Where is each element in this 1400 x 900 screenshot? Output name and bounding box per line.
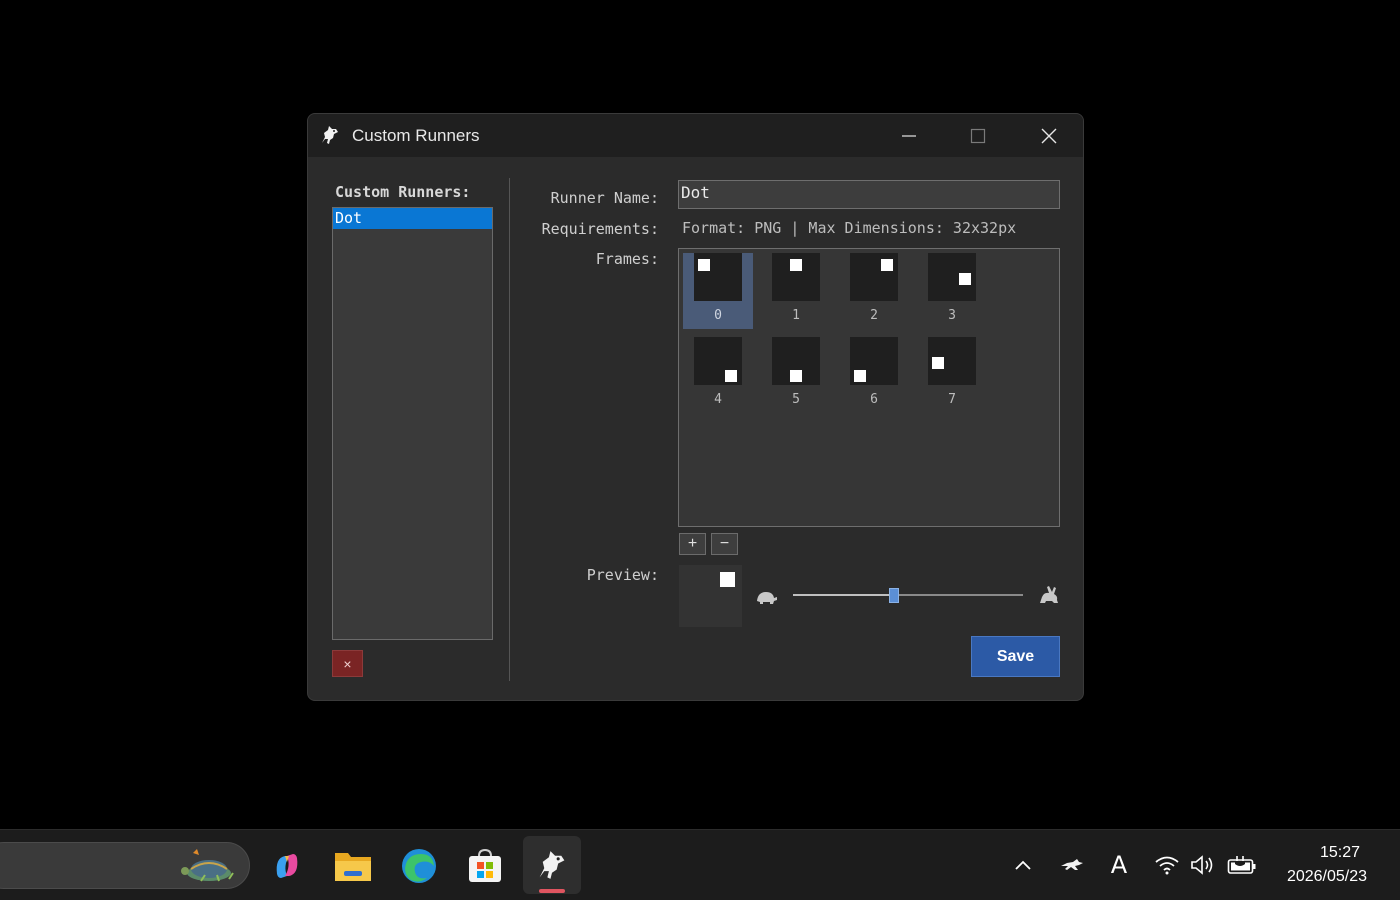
frame-7[interactable]: 7 — [917, 337, 987, 413]
frame-thumbnail — [850, 337, 898, 385]
volume-button[interactable] — [1188, 850, 1218, 880]
speed-slider-track[interactable] — [793, 594, 1023, 596]
preview-label: Preview: — [586, 566, 659, 584]
frame-number: 5 — [792, 392, 800, 407]
rabbit-fast-icon — [1040, 586, 1058, 603]
edge-button[interactable] — [391, 838, 447, 894]
clock-time[interactable]: 15:27 — [1300, 844, 1380, 862]
battery-button[interactable] — [1226, 850, 1258, 880]
frame-6[interactable]: 6 — [839, 337, 909, 413]
speed-slider-thumb[interactable] — [889, 588, 900, 603]
frame-thumbnail — [928, 253, 976, 301]
frames-label: Frames: — [595, 250, 659, 268]
plus-icon: + — [687, 535, 698, 552]
ime-indicator-icon[interactable]: A — [1104, 850, 1134, 880]
active-app-indicator — [539, 889, 565, 893]
speed-slider-fill — [793, 594, 895, 596]
app-runner-icon — [322, 126, 338, 144]
frame-1[interactable]: 1 — [761, 253, 831, 329]
runner-name-label: Runner Name: — [550, 189, 659, 207]
minimize-icon — [902, 134, 916, 137]
frame-thumbnail — [694, 253, 742, 301]
frame-3[interactable]: 3 — [917, 253, 987, 329]
frame-2[interactable]: 2 — [839, 253, 909, 329]
requirements-text: Format: PNG | Max Dimensions: 32x32px — [682, 219, 1017, 237]
file-explorer-button[interactable] — [325, 838, 381, 894]
custom-runners-window: Custom Runners Custom Runners: Dot × Run… — [307, 113, 1084, 701]
maximize-icon — [970, 128, 986, 143]
runner-list-item-dot[interactable]: Dot — [333, 208, 492, 229]
title-bar[interactable]: Custom Runners — [308, 114, 1083, 157]
wifi-icon — [1155, 856, 1179, 875]
volume-icon — [1191, 855, 1213, 875]
store-button[interactable] — [457, 838, 513, 894]
close-icon — [1041, 128, 1057, 143]
window-title: Custom Runners — [352, 126, 480, 145]
taskbar: A 15:27 2026/05/23 — [0, 829, 1400, 900]
delete-runner-button[interactable]: × — [332, 650, 363, 677]
turtle-slow-icon — [757, 592, 777, 604]
turtle-widget-icon — [181, 849, 234, 882]
frame-number: 7 — [948, 392, 956, 407]
frame-0[interactable]: 0 — [683, 253, 753, 329]
frame-4[interactable]: 4 — [683, 337, 753, 413]
add-frame-button[interactable]: + — [679, 533, 706, 555]
minus-icon: − — [719, 535, 730, 552]
custom-runners-icon — [539, 851, 565, 879]
custom-runners-taskbar-button[interactable] — [523, 836, 581, 894]
panel-divider — [509, 178, 510, 681]
frame-thumbnail — [772, 253, 820, 301]
preview-dot — [720, 572, 735, 587]
chevron-up-icon — [1015, 860, 1031, 870]
battery-icon — [1227, 856, 1256, 874]
runner-name-input[interactable]: Dot — [678, 180, 1060, 209]
copilot-icon — [276, 854, 298, 878]
frame-thumbnail — [928, 337, 976, 385]
close-button[interactable] — [1019, 114, 1079, 157]
frames-grid: 0 1 2 3 4 5 6 7 — [678, 248, 1060, 527]
frame-5[interactable]: 5 — [761, 337, 831, 413]
frame-number: 6 — [870, 392, 878, 407]
frame-thumbnail — [694, 337, 742, 385]
taskbar-search-box[interactable] — [0, 842, 250, 889]
wifi-button[interactable] — [1152, 850, 1182, 880]
remove-frame-button[interactable]: − — [711, 533, 738, 555]
frame-number: 3 — [948, 308, 956, 323]
delete-icon: × — [343, 655, 352, 672]
save-button[interactable]: Save — [971, 636, 1060, 677]
preview-canvas — [679, 565, 742, 627]
custom-runners-heading: Custom Runners: — [335, 183, 471, 201]
minimize-button[interactable] — [879, 114, 939, 157]
edge-icon — [402, 849, 436, 883]
runner-list[interactable]: Dot — [332, 207, 493, 640]
runner-tray-icon — [1061, 859, 1083, 870]
frame-number: 1 — [792, 308, 800, 323]
frame-thumbnail — [850, 253, 898, 301]
maximize-button[interactable] — [948, 114, 1008, 157]
file-explorer-icon — [335, 853, 371, 881]
frame-number: 0 — [714, 308, 722, 323]
copilot-button[interactable] — [259, 838, 315, 894]
frame-thumbnail — [772, 337, 820, 385]
clock-date[interactable]: 2026/05/23 — [1272, 868, 1382, 886]
show-hidden-icons-button[interactable] — [1010, 850, 1036, 880]
frame-number: 4 — [714, 392, 722, 407]
requirements-label: Requirements: — [541, 220, 659, 238]
store-icon — [469, 848, 501, 882]
frame-number: 2 — [870, 308, 878, 323]
runner-tray-button[interactable] — [1056, 850, 1088, 880]
